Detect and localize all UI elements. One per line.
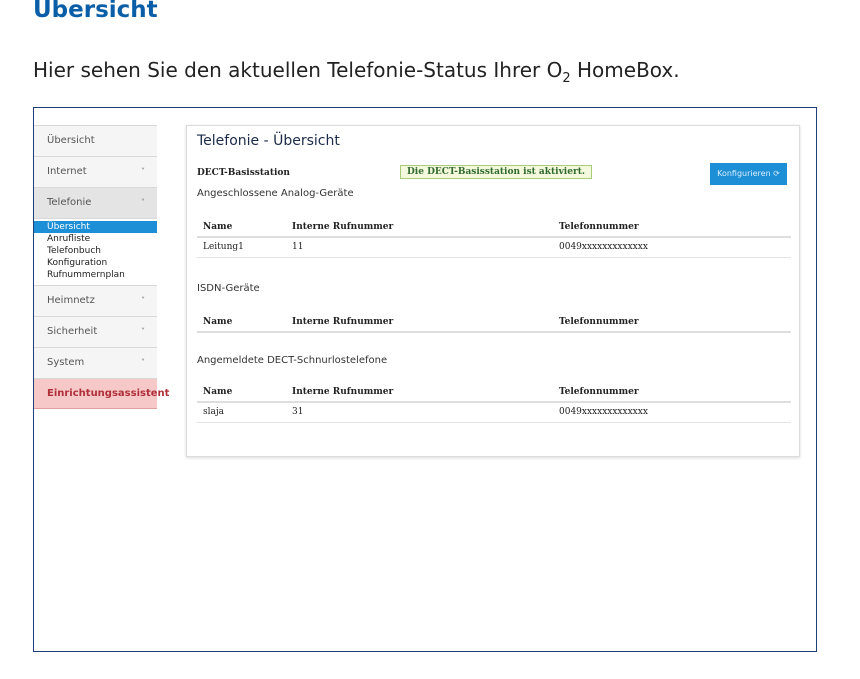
sidebar-item-heimnetz[interactable]: Heimnetz ˅ (34, 285, 157, 316)
sidebar-item-label: Telefonie (47, 197, 92, 208)
column-header-internal-number: Interne Rufnummer (292, 222, 394, 232)
row-internal-number: 31 (292, 407, 304, 417)
row-phone-number: 0049xxxxxxxxxxxxx (559, 407, 648, 417)
table-row: slaja 31 0049xxxxxxxxxxxxx (197, 404, 791, 423)
column-header-name: Name (203, 387, 233, 397)
dect-status-badge: Die DECT-Basisstation ist aktiviert. (400, 165, 592, 179)
chevron-down-icon: ˅ (141, 167, 145, 176)
column-header-internal-number: Interne Rufnummer (292, 387, 394, 397)
chevron-down-icon: ˅ (141, 327, 145, 336)
column-header-internal-number: Interne Rufnummer (292, 317, 394, 327)
dect-phones-title: Angemeldete DECT-Schnurlostelefone (197, 355, 388, 366)
sidebar-item-label: Einrichtungsassistent (47, 388, 170, 399)
page-title: Übersicht (33, 0, 158, 23)
intro-text-end: HomeBox. (570, 58, 680, 82)
analog-table-header: Name Interne Rufnummer Telefonnummer (197, 222, 791, 238)
submenu-item-overview[interactable]: Übersicht (34, 221, 157, 233)
intro-text-start: Hier sehen Sie den aktuellen Telefonie-S… (33, 58, 563, 82)
sidebar-item-overview[interactable]: Übersicht (34, 125, 157, 156)
telefonie-overview-panel: Telefonie - Übersicht DECT-Basisstation … (186, 125, 800, 457)
sidebar-item-label: Internet (47, 166, 87, 177)
row-name: slaja (203, 407, 225, 417)
row-name: Leitung1 (203, 242, 244, 252)
row-phone-number: 0049xxxxxxxxxxxxx (559, 242, 648, 252)
sidebar-item-label: Übersicht (47, 135, 95, 146)
column-header-phone-number: Telefonnummer (559, 317, 639, 327)
submenu-item-phonebook[interactable]: Telefonbuch (34, 245, 157, 257)
sidebar: Übersicht Internet ˅ Telefonie ˅ Übersicht… (34, 125, 169, 409)
sidebar-item-internet[interactable]: Internet ˅ (34, 156, 157, 187)
sidebar-item-sicherheit[interactable]: Sicherheit ˅ (34, 316, 157, 347)
chevron-down-icon: ˅ (141, 358, 145, 367)
chevron-down-icon: ˅ (141, 198, 145, 207)
row-internal-number: 11 (292, 242, 304, 252)
column-header-phone-number: Telefonnummer (559, 222, 639, 232)
sidebar-item-setup-assistant[interactable]: Einrichtungsassistent (34, 378, 169, 409)
configure-button[interactable]: Konfigurieren ⟳ (710, 163, 787, 185)
dect-table-header: Name Interne Rufnummer Telefonnummer (197, 387, 791, 403)
telefonie-submenu: Übersicht Anrufliste Telefonbuch Konfigu… (34, 218, 157, 285)
panel-title: Telefonie - Übersicht (197, 133, 340, 149)
chevron-down-icon: ˅ (141, 296, 145, 305)
column-header-name: Name (203, 222, 233, 232)
isdn-devices-title: ISDN-Geräte (197, 283, 260, 294)
sidebar-item-system[interactable]: System ˅ (34, 347, 157, 378)
dect-base-label: DECT-Basisstation (197, 168, 290, 178)
screenshot-frame: Übersicht Internet ˅ Telefonie ˅ Übersicht… (33, 107, 817, 652)
submenu-item-number-plan[interactable]: Rufnummernplan (34, 269, 157, 281)
sidebar-item-label: Heimnetz (47, 295, 95, 306)
intro-subscript: 2 (562, 71, 571, 86)
column-header-name: Name (203, 317, 233, 327)
table-row: Leitung1 11 0049xxxxxxxxxxxxx (197, 239, 791, 258)
isdn-table-header: Name Interne Rufnummer Telefonnummer (197, 317, 791, 333)
submenu-item-call-list[interactable]: Anrufliste (34, 233, 157, 245)
column-header-phone-number: Telefonnummer (559, 387, 639, 397)
intro-text: Hier sehen Sie den aktuellen Telefonie-S… (33, 58, 680, 86)
submenu-item-configuration[interactable]: Konfiguration (34, 257, 157, 269)
sidebar-item-label: Sicherheit (47, 326, 98, 337)
sidebar-item-label: System (47, 357, 85, 368)
analog-devices-title: Angeschlossene Analog-Geräte (197, 188, 354, 199)
sidebar-item-telefonie[interactable]: Telefonie ˅ (34, 187, 157, 218)
